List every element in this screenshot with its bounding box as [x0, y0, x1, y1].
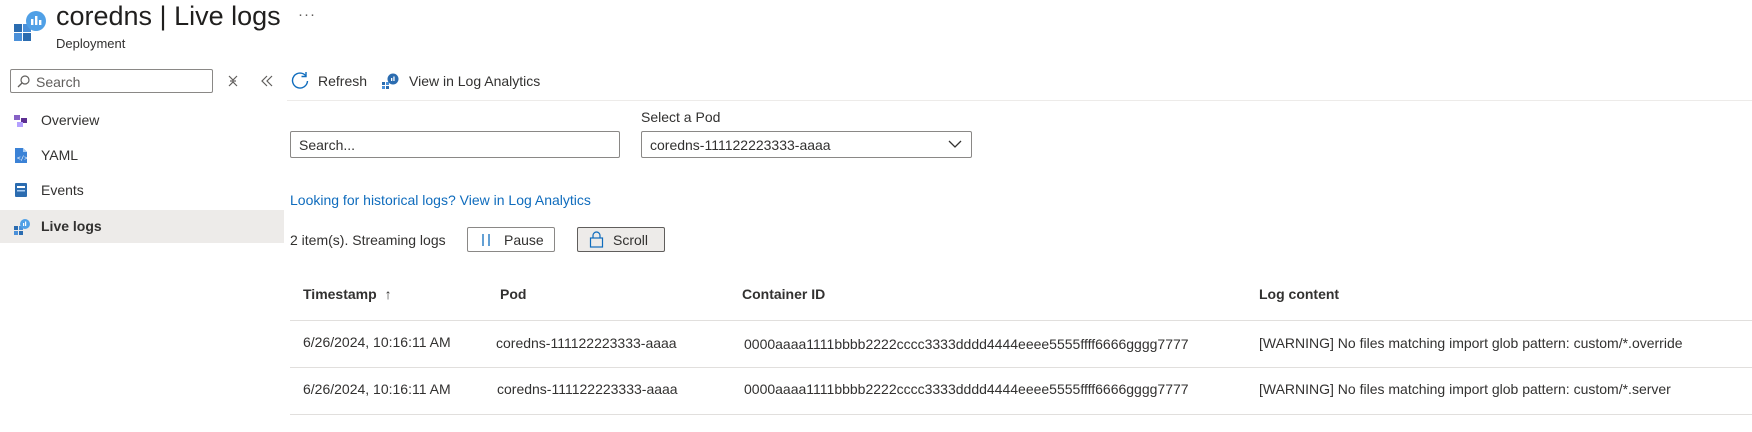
view-in-log-analytics-label: View in Log Analytics	[409, 73, 541, 89]
column-header-timestamp[interactable]: Timestamp ↑	[303, 286, 392, 302]
sidebar-search-input[interactable]: Search	[10, 69, 213, 93]
collapse-sidebar-button[interactable]	[259, 73, 275, 89]
resource-icon	[12, 8, 46, 42]
pause-label: Pause	[504, 232, 544, 248]
pod-cell: coredns-111122223333-aaaa	[497, 381, 678, 397]
search-icon	[17, 75, 30, 88]
chevron-down-icon	[948, 140, 962, 148]
overview-icon	[14, 115, 27, 127]
page-subtitle: Deployment	[56, 36, 126, 51]
clear-filter-button[interactable]	[226, 74, 240, 88]
sidebar-item-yaml[interactable]: </> YAML	[0, 139, 284, 172]
column-header-container-id: Container ID	[742, 286, 826, 302]
sidebar-item-label: YAML	[41, 147, 79, 163]
column-header-pod: Pod	[500, 286, 527, 302]
sidebar-item-label: Overview	[41, 112, 100, 128]
pod-select[interactable]: coredns-111122223333-aaaa	[641, 131, 972, 158]
log-content-cell: [WARNING] No files matching import glob …	[1259, 381, 1671, 397]
refresh-icon	[291, 72, 309, 89]
sidebar-item-label: Events	[41, 182, 84, 198]
double-chevron-left-icon	[261, 75, 273, 87]
live-logs-icon	[14, 219, 30, 235]
log-search-input[interactable]: Search...	[290, 131, 620, 158]
pause-icon	[482, 234, 490, 246]
pod-cell: coredns-111122223333-aaaa	[496, 335, 677, 351]
column-header-log-content: Log content	[1259, 286, 1340, 302]
log-analytics-icon	[382, 73, 399, 89]
log-search-placeholder: Search...	[299, 137, 356, 153]
svg-text:</>: </>	[17, 155, 28, 162]
toolbar-divider	[287, 100, 1752, 101]
page-title: coredns | Live logs	[56, 1, 281, 31]
events-icon	[15, 183, 27, 197]
clear-filter-icon	[228, 75, 238, 87]
log-content-cell: [WARNING] No files matching import glob …	[1259, 335, 1683, 351]
timestamp-cell: 6/26/2024, 10:16:11 AM	[303, 381, 451, 397]
scroll-toggle-button[interactable]: Scroll	[577, 227, 665, 252]
sidebar-item-overview[interactable]: Overview	[0, 104, 284, 137]
sidebar-item-events[interactable]: Events	[0, 174, 284, 207]
timestamp-cell: 6/26/2024, 10:16:11 AM	[303, 334, 451, 350]
refresh-button[interactable]: Refresh	[290, 70, 368, 92]
lock-icon	[589, 231, 604, 248]
container-id-cell: 0000aaaa1111bbbb2222cccc3333dddd4444eeee…	[744, 336, 1189, 352]
pause-button[interactable]: Pause	[467, 227, 555, 252]
sidebar-item-live-logs[interactable]: Live logs	[0, 210, 284, 243]
yaml-file-icon: </>	[15, 148, 28, 163]
sort-ascending-icon: ↑	[384, 286, 392, 302]
refresh-label: Refresh	[318, 73, 368, 89]
select-pod-label: Select a Pod	[641, 109, 721, 125]
more-options-button[interactable]: ···	[298, 6, 316, 23]
sidebar-item-label: Live logs	[41, 218, 102, 234]
table-row[interactable]: 6/26/2024, 10:16:11 AM coredns-111122223…	[290, 368, 1752, 414]
container-id-cell: 0000aaaa1111bbbb2222cccc3333dddd4444eeee…	[744, 381, 1189, 397]
row-divider	[290, 414, 1752, 415]
status-text: 2 item(s). Streaming logs	[290, 232, 446, 248]
column-header-label: Timestamp	[303, 286, 377, 302]
sidebar-search-placeholder: Search	[36, 74, 81, 90]
pod-select-value: coredns-111122223333-aaaa	[650, 137, 831, 153]
scroll-label: Scroll	[613, 232, 649, 248]
view-in-log-analytics-button[interactable]: View in Log Analytics	[381, 70, 551, 92]
historical-logs-link[interactable]: Looking for historical logs? View in Log…	[290, 192, 591, 208]
